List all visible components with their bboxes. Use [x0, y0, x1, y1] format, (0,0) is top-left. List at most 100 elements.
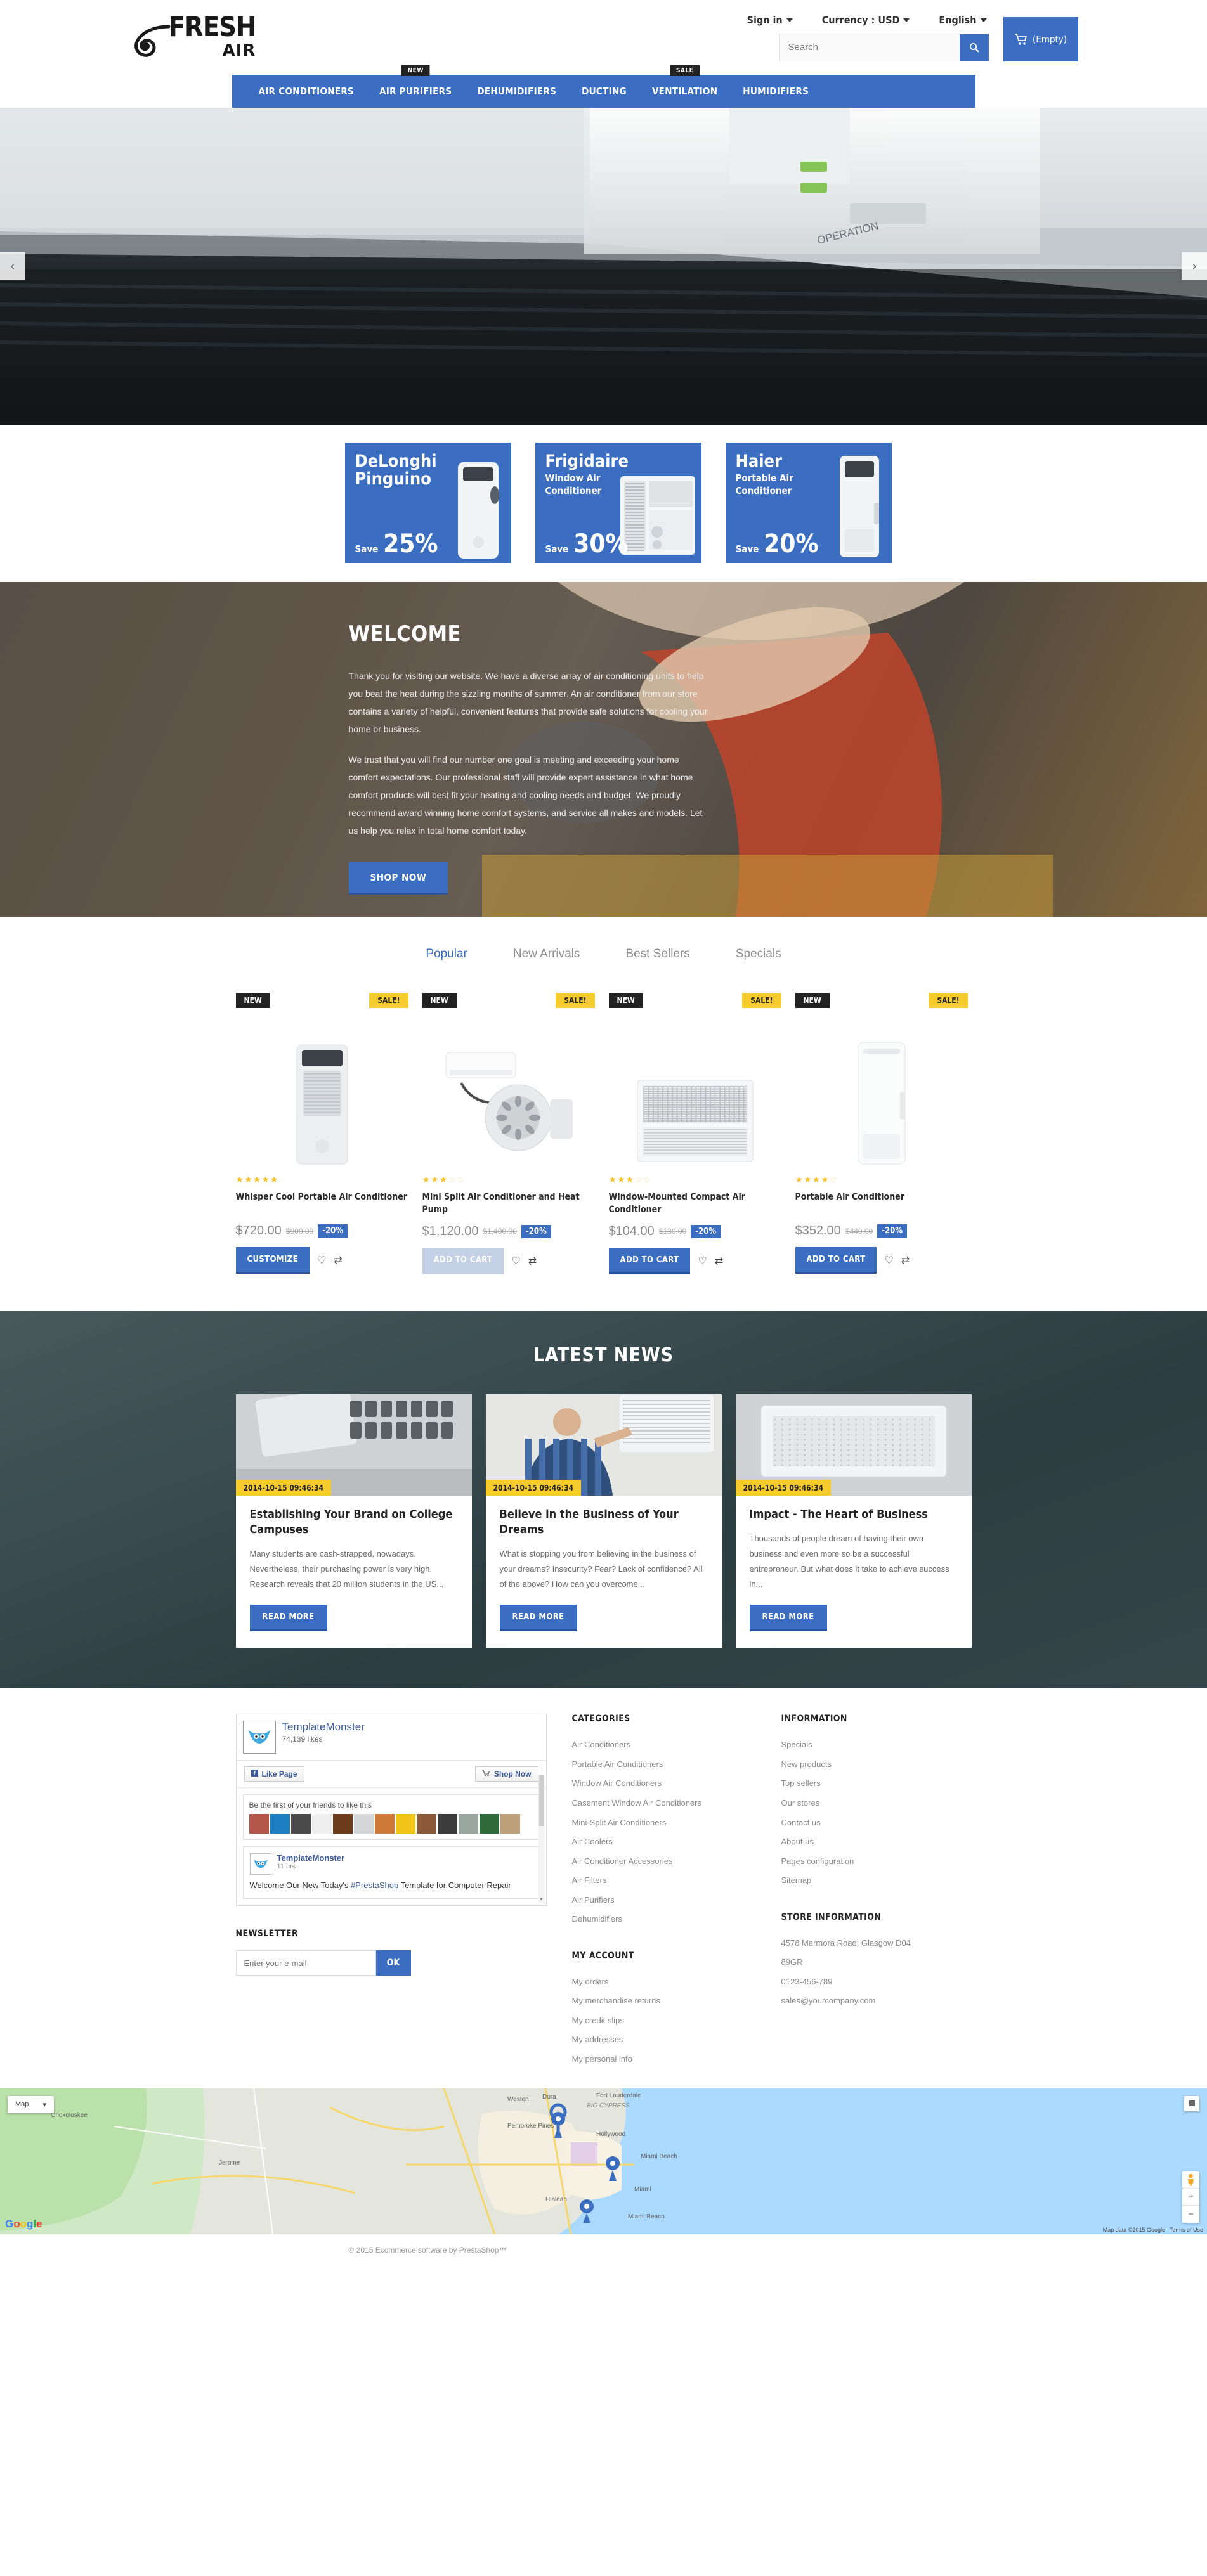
hero-next-button[interactable]: ›: [1182, 252, 1207, 280]
footer-category-link[interactable]: Air Conditioner Accessories: [572, 1852, 756, 1872]
shop-now-button[interactable]: SHOP NOW: [348, 862, 448, 895]
compare-icon[interactable]: ⇄: [901, 1254, 910, 1267]
footer-information-link[interactable]: Pages configuration: [781, 1852, 965, 1872]
footer-category-link[interactable]: Casement Window Air Conditioners: [572, 1794, 756, 1813]
facebook-page-name[interactable]: TemplateMonster: [282, 1721, 365, 1733]
product-image[interactable]: NEW SALE!: [795, 993, 968, 1165]
news-thumbnail[interactable]: 2014-10-15 09:46:34: [485, 1394, 722, 1496]
read-more-button[interactable]: READ MORE: [499, 1605, 577, 1632]
map-zoom-out-button[interactable]: −: [1182, 2206, 1199, 2223]
product-name[interactable]: Whisper Cool Portable Air Conditioner: [236, 1191, 408, 1216]
product-card[interactable]: NEW SALE! ★★★★★ Whisper Cool Portable Air C…: [235, 993, 408, 1274]
footer-category-link[interactable]: Air Conditioners: [572, 1735, 756, 1755]
nav-item-humidifiers[interactable]: HUMIDIFIERS: [730, 75, 821, 108]
footer-account-link[interactable]: My personal info: [572, 2050, 756, 2069]
footer-category-link[interactable]: Air Filters: [572, 1871, 756, 1891]
product-cta-button[interactable]: CUSTOMIZE: [235, 1247, 310, 1274]
read-more-button[interactable]: READ MORE: [749, 1605, 827, 1632]
sign-in-link[interactable]: Sign in: [747, 14, 793, 26]
footer-information-link[interactable]: New products: [781, 1755, 965, 1775]
map-type-selector[interactable]: Map ▾: [8, 2095, 54, 2113]
tab-best-sellers[interactable]: Best Sellers: [625, 947, 689, 961]
street-view-pegman[interactable]: [1182, 2171, 1199, 2189]
main-navigation: AIR CONDITIONERS NEW AIR PURIFIERS DEHUMIDI…: [232, 65, 975, 108]
map-fullscreen-button[interactable]: [1184, 2095, 1199, 2111]
read-more-button[interactable]: READ MORE: [249, 1605, 327, 1632]
scrollbar-thumb[interactable]: [538, 1775, 544, 1827]
facebook-post-hashtag[interactable]: #PrestaShop: [351, 1880, 398, 1890]
product-image[interactable]: NEW SALE!: [235, 993, 408, 1165]
map-zoom-controls[interactable]: + −: [1182, 2188, 1199, 2223]
wishlist-heart-icon[interactable]: ♡: [698, 1255, 707, 1267]
footer-account-link[interactable]: My credit slips: [572, 2011, 756, 2031]
facebook-shop-now-button[interactable]: Shop Now: [474, 1766, 538, 1782]
news-title[interactable]: Establishing Your Brand on College Campu…: [250, 1507, 458, 1538]
product-card[interactable]: NEW SALE! ★★★☆☆ Mini Split Air Conditioner …: [422, 993, 595, 1274]
facebook-scrollbar[interactable]: ▾: [538, 1775, 545, 1903]
facebook-like-button[interactable]: Like Page: [244, 1766, 304, 1782]
site-logo[interactable]: FRESH AIR: [129, 14, 256, 61]
footer-category-link[interactable]: Window Air Conditioners: [572, 1774, 756, 1794]
nav-item-ventilation[interactable]: SALE VENTILATION: [639, 65, 730, 108]
product-name[interactable]: Mini Split Air Conditioner and Heat Pump: [422, 1191, 595, 1217]
currency-selector[interactable]: Currency : USD: [822, 14, 910, 26]
wishlist-heart-icon[interactable]: ♡: [884, 1254, 893, 1267]
news-thumbnail[interactable]: 2014-10-15 09:46:34: [735, 1394, 972, 1496]
map-zoom-in-button[interactable]: +: [1182, 2189, 1199, 2206]
nav-item-air-conditioners[interactable]: AIR CONDITIONERS: [246, 75, 367, 108]
hero-prev-button[interactable]: ‹: [0, 252, 25, 280]
promo-banner-2[interactable]: Frigidaire Window Air Conditioner Save 30%: [535, 443, 701, 563]
product-name[interactable]: Portable Air Conditioner: [795, 1191, 968, 1216]
product-cta-button[interactable]: ADD TO CART: [608, 1247, 691, 1274]
chevron-down-icon[interactable]: ▾: [538, 1896, 545, 1903]
compare-icon[interactable]: ⇄: [334, 1254, 342, 1267]
store-map[interactable]: Chokoloskee Jerome BIG CYPRESS Weston Fo…: [0, 2088, 1207, 2234]
news-title[interactable]: Impact - The Heart of Business: [750, 1507, 958, 1522]
search-input[interactable]: [779, 34, 960, 61]
footer-information-link[interactable]: About us: [781, 1832, 965, 1852]
footer-category-link[interactable]: Portable Air Conditioners: [572, 1755, 756, 1775]
news-title[interactable]: Believe in the Business of Your Dreams: [500, 1507, 708, 1538]
facebook-post-author[interactable]: TemplateMonster: [277, 1853, 345, 1863]
cart-button[interactable]: (Empty): [1003, 16, 1078, 61]
footer-account-link[interactable]: My merchandise returns: [572, 1991, 756, 2011]
footer-information-link[interactable]: Our stores: [781, 1794, 965, 1813]
product-cta-button[interactable]: ADD TO CART: [422, 1247, 504, 1274]
product-card[interactable]: NEW SALE! ★★★☆☆ Window-Mounted Compact Air …: [608, 993, 781, 1274]
footer-information-link[interactable]: Contact us: [781, 1813, 965, 1833]
promo-banner-3[interactable]: Haier Portable Air Conditioner Save 20%: [725, 443, 892, 563]
product-cta-button[interactable]: ADD TO CART: [795, 1247, 877, 1274]
footer-information-link[interactable]: Specials: [781, 1735, 965, 1755]
footer-information-link[interactable]: Top sellers: [781, 1774, 965, 1794]
newsletter-email-input[interactable]: [235, 1950, 376, 1976]
product-card[interactable]: NEW SALE! ★★★★☆ Portable Air Conditioner $35…: [795, 993, 968, 1274]
cart-icon: [1014, 33, 1027, 45]
newsletter-submit-button[interactable]: OK: [375, 1950, 411, 1976]
footer-account-link[interactable]: My orders: [572, 1972, 756, 1992]
compare-icon[interactable]: ⇄: [715, 1255, 723, 1267]
tab-specials[interactable]: Specials: [736, 947, 781, 961]
footer-category-link[interactable]: Dehumidifiers: [572, 1910, 756, 1929]
footer-category-link[interactable]: Mini-Split Air Conditioners: [572, 1813, 756, 1833]
tab-new-arrivals[interactable]: New Arrivals: [513, 947, 580, 961]
map-terms-link[interactable]: Terms of Use: [1170, 2227, 1203, 2233]
language-selector[interactable]: English: [939, 14, 987, 26]
product-image[interactable]: NEW SALE!: [422, 993, 595, 1165]
search-button[interactable]: [959, 34, 989, 61]
promo-banner-1[interactable]: DeLonghi Pinguino Save 25%: [344, 443, 511, 563]
nav-item-ducting[interactable]: DUCTING: [569, 75, 639, 108]
nav-item-air-purifiers[interactable]: NEW AIR PURIFIERS: [367, 65, 464, 108]
welcome-title: WELCOME: [348, 621, 461, 647]
footer-account-link[interactable]: My addresses: [572, 2030, 756, 2050]
product-image[interactable]: NEW SALE!: [608, 993, 781, 1165]
footer-category-link[interactable]: Air Purifiers: [572, 1891, 756, 1910]
nav-item-dehumidifiers[interactable]: DEHUMIDIFIERS: [464, 75, 569, 108]
footer-information-link[interactable]: Sitemap: [781, 1871, 965, 1891]
wishlist-heart-icon[interactable]: ♡: [317, 1254, 326, 1267]
product-name[interactable]: Window-Mounted Compact Air Conditioner: [609, 1191, 781, 1217]
news-thumbnail[interactable]: 2014-10-15 09:46:34: [235, 1394, 472, 1496]
wishlist-heart-icon[interactable]: ♡: [511, 1255, 520, 1267]
compare-icon[interactable]: ⇄: [528, 1255, 537, 1267]
footer-category-link[interactable]: Air Coolers: [572, 1832, 756, 1852]
tab-popular[interactable]: Popular: [426, 947, 467, 961]
